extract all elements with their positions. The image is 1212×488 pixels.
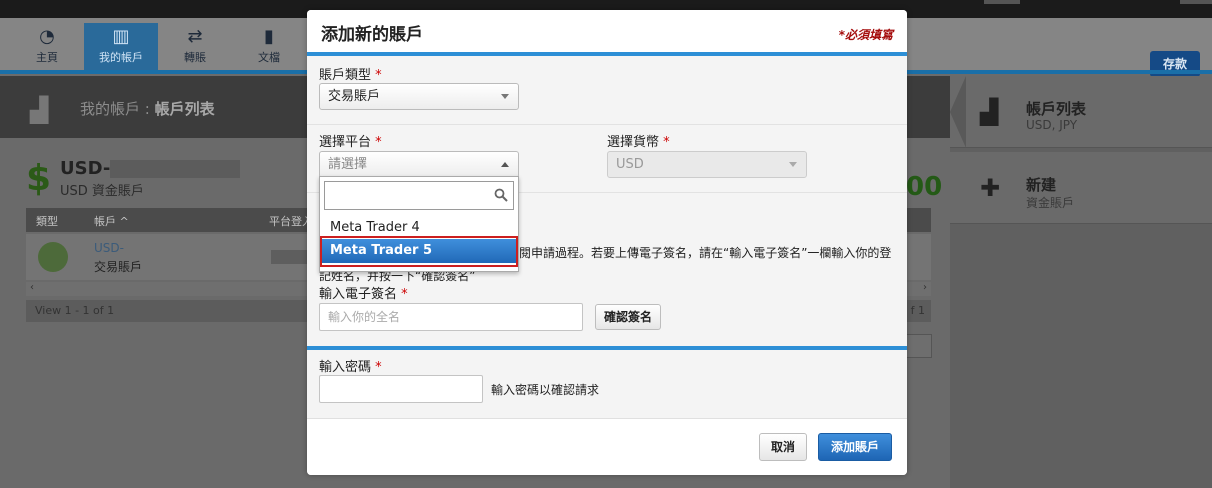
bar-chart-icon: ▟ <box>30 96 49 124</box>
required-star: * <box>401 287 408 302</box>
required-star: * <box>375 360 382 375</box>
platform-placeholder: 請選擇 <box>328 157 368 172</box>
platform-logo-icon <box>38 242 68 272</box>
required-note: *必須填寫 <box>838 28 893 42</box>
panel-item-title: 新建 <box>1026 176 1057 194</box>
column-header-type[interactable]: 類型 <box>36 213 58 229</box>
password-section: 輸入密碼 * 輸入密碼以確認請求 <box>307 350 907 418</box>
search-icon <box>494 188 508 202</box>
signature-label: 輸入電子簽名 * <box>319 283 408 302</box>
account-balance: 00 <box>906 172 943 202</box>
modal-header: 添加新的賬戶 *必須填寫 <box>307 10 907 52</box>
account-type-label-text: 賬戶類型 <box>319 68 372 83</box>
nav-item-label: 轉賬 <box>184 51 206 64</box>
pager-button[interactable] <box>906 334 932 358</box>
platform-label-text: 選擇平台 <box>319 135 372 150</box>
pagination-summary: View 1 - 1 of 1 <box>35 304 115 317</box>
notice-text: 閱申請過程。若要上傳電子簽名，請在“輸入電子簽名”一欄輸入你的登 <box>519 246 892 260</box>
modal-title: 添加新的賬戶 <box>321 25 423 45</box>
nav-item-my-accounts[interactable]: ▥ 我的帳戶 <box>84 23 158 74</box>
panel-item-new-account[interactable]: ✚ 新建 資金賬戶 <box>950 152 1212 224</box>
confirm-signature-button[interactable]: 確認簽名 <box>595 304 661 330</box>
panel-item-subtitle: USD, JPY <box>1026 118 1078 132</box>
cancel-button[interactable]: 取消 <box>759 433 807 461</box>
currency-label: 選擇貨幣 * <box>607 131 670 150</box>
account-subtitle: USD 資金賬戶 <box>60 184 144 199</box>
currency-value: USD <box>616 157 644 172</box>
password-input[interactable] <box>319 375 483 403</box>
divider <box>307 124 907 125</box>
highlight-annotation-box <box>320 236 518 267</box>
platform-select[interactable]: 請選擇 <box>319 151 519 178</box>
breadcrumb-current: 帳戶列表 <box>154 100 215 118</box>
redacted-value <box>110 160 241 178</box>
nav-item-transfer[interactable]: ⇄ 轉賬 <box>158 23 232 74</box>
scroll-left-icon[interactable]: ‹ <box>30 282 34 293</box>
dashboard-icon: ◔ <box>39 26 55 47</box>
required-star: * <box>375 68 382 83</box>
active-arrow-icon <box>950 76 966 148</box>
account-title-prefix: USD- <box>60 158 111 179</box>
signature-input[interactable] <box>319 303 583 331</box>
plus-icon: ✚ <box>980 174 1001 202</box>
top-bar-control[interactable] <box>1180 0 1212 4</box>
required-star: * <box>663 135 670 150</box>
nav-item-label: 我的帳戶 <box>99 51 143 64</box>
panel-item-account-list[interactable]: ▟ 帳戶列表 USD, JPY <box>950 76 1212 148</box>
bar-chart-icon: ▥ <box>112 26 130 47</box>
chevron-down-icon <box>501 94 509 99</box>
currency-select: USD <box>607 151 807 178</box>
password-label: 輸入密碼 * <box>319 356 382 375</box>
transfer-icon: ⇄ <box>187 26 203 47</box>
chevron-down-icon <box>789 162 797 167</box>
breadcrumb-prefix: 我的帳戶 : <box>80 100 155 118</box>
right-panel: ▟ 帳戶列表 USD, JPY ✚ 新建 資金賬戶 <box>950 76 1212 488</box>
required-star: * <box>375 135 382 150</box>
add-account-button[interactable]: 添加賬戶 <box>818 433 892 461</box>
redacted-value <box>271 250 311 264</box>
account-type-label: 賬戶類型 * <box>319 64 382 83</box>
account-type-value: 交易賬戶 <box>328 89 381 104</box>
dollar-icon: $ <box>26 158 52 199</box>
folder-icon: ▮ <box>264 26 274 47</box>
password-label-text: 輸入密碼 <box>319 360 372 375</box>
panel-item-title: 帳戶列表 <box>1026 100 1087 118</box>
row-account-id[interactable]: USD- <box>94 241 124 255</box>
currency-label-text: 選擇貨幣 <box>607 135 660 150</box>
bar-chart-icon: ▟ <box>980 98 999 126</box>
panel-item-subtitle: 資金賬戶 <box>1026 196 1075 210</box>
nav-item-home[interactable]: ◔ 主頁 <box>10 23 84 74</box>
platform-label: 選擇平台 * <box>319 131 382 150</box>
scroll-right-icon[interactable]: › <box>923 282 927 293</box>
account-title: USD- <box>60 158 241 179</box>
nav-item-documents[interactable]: ▮ 文檔 <box>232 23 306 74</box>
signature-label-text: 輸入電子簽名 <box>319 287 398 302</box>
breadcrumb-text: 我的帳戶 : 帳戶列表 <box>80 98 215 119</box>
top-bar-control[interactable] <box>984 0 1020 4</box>
nav-item-label: 文檔 <box>258 51 280 64</box>
dropdown-search-box[interactable] <box>324 181 514 210</box>
modal-footer: 取消 添加賬戶 <box>307 418 907 475</box>
account-type-select[interactable]: 交易賬戶 <box>319 83 519 110</box>
nav-item-label: 主頁 <box>36 51 58 64</box>
row-account-type: 交易賬戶 <box>94 260 143 274</box>
pagination-pages: f 1 <box>910 304 925 317</box>
column-header-account[interactable]: 帳戶 ^ <box>94 213 129 229</box>
password-hint: 輸入密碼以確認請求 <box>491 383 600 397</box>
chevron-up-icon <box>501 162 509 167</box>
